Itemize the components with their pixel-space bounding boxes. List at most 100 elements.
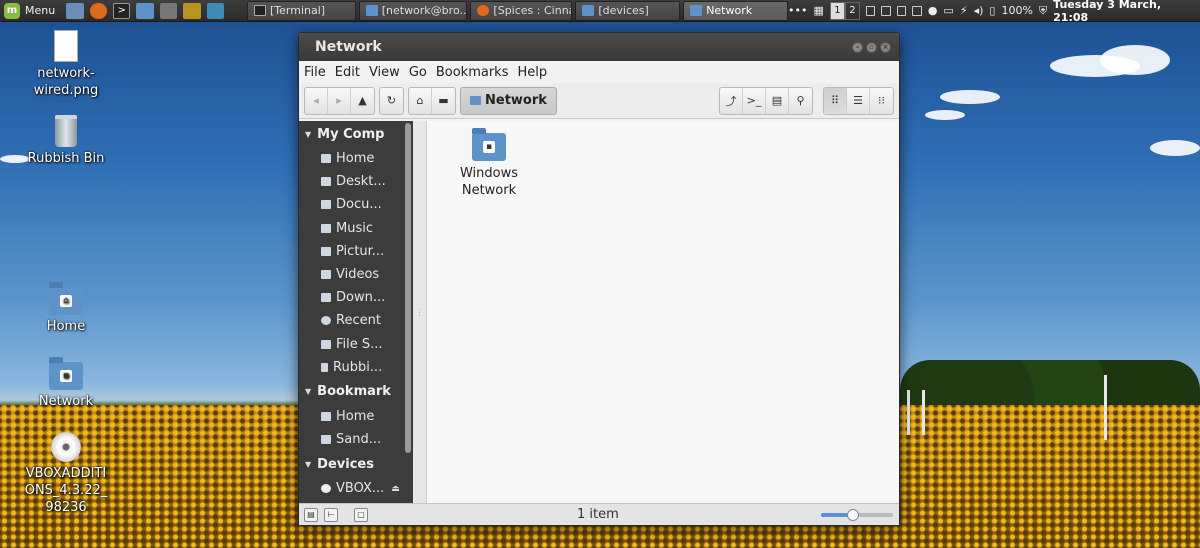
sidebar-item-downloads[interactable]: Down... — [299, 286, 405, 309]
open-terminal-button[interactable]: >_ — [743, 87, 766, 114]
sidebar-item-rubbish-bin[interactable]: Rubbi... — [299, 356, 405, 379]
folder-icon — [582, 5, 595, 16]
desktop-icon-rubbish-bin[interactable]: Rubbish Bin — [11, 115, 121, 167]
maximize-button[interactable]: ▫ — [866, 41, 877, 53]
close-button[interactable]: × — [880, 41, 891, 53]
videos-icon — [321, 270, 331, 280]
sidebar-bookmark-home[interactable]: Home — [299, 405, 405, 428]
desktop-icon-label: Rubbish Bin — [27, 151, 105, 166]
menu-go[interactable]: Go — [409, 65, 427, 80]
statusbar: ▤ ⊢ ▢ 1 item — [299, 503, 899, 525]
menu-button[interactable]: m Menu — [0, 0, 63, 22]
terminal-launcher-icon[interactable]: > — [112, 2, 131, 19]
sidebar-item-recent[interactable]: Recent — [299, 309, 405, 332]
clipboard-icon[interactable] — [866, 5, 876, 16]
sidebar-device-vbox[interactable]: VBOX... ⏏ — [299, 477, 405, 500]
drive-icon — [321, 339, 331, 349]
back-button[interactable]: ◂ — [305, 87, 328, 114]
cloud — [940, 90, 1000, 104]
clock[interactable]: Tuesday 3 March, 21:08 — [1053, 0, 1190, 24]
files-launcher-icon[interactable] — [136, 2, 154, 19]
menu-bookmarks[interactable]: Bookmarks — [436, 65, 509, 80]
task-network-browser[interactable]: [network@bro... — [358, 0, 468, 21]
menu-help[interactable]: Help — [517, 65, 547, 80]
system-tray: ••• ▦ 1 2 ● ▭ ⚡ ◂) ▯ 100% ⛨ Tuesday 3 Ma… — [788, 0, 1200, 24]
sidebar-item-music[interactable]: Music — [299, 217, 405, 240]
drive-icon[interactable] — [912, 5, 922, 16]
home-folder-icon: ⌂ — [49, 282, 83, 315]
computer-button[interactable]: ▬ — [432, 88, 455, 114]
software-launcher-icon[interactable] — [159, 2, 178, 19]
sidebar-section-my-computer[interactable]: ▼ My Comp — [299, 121, 405, 147]
cdrom-icon — [321, 484, 331, 494]
sidebar-item-pictures[interactable]: Pictur... — [299, 240, 405, 263]
zoom-slider[interactable] — [821, 508, 893, 521]
home-icon — [321, 411, 331, 421]
sidebar-item-desktop[interactable]: Deskt... — [299, 170, 405, 193]
sidebar-item-videos[interactable]: Videos — [299, 263, 405, 286]
show-desktop-icon[interactable] — [66, 2, 84, 19]
eject-icon[interactable]: ⏏ — [391, 484, 400, 494]
list-view-button[interactable]: ☰ — [847, 87, 870, 114]
file-item-windows-network[interactable]: ▪ Windows Network — [459, 128, 519, 199]
menu-edit[interactable]: Edit — [335, 65, 360, 80]
more-icon[interactable]: ••• — [788, 4, 807, 17]
sidebar-item-home[interactable]: Home — [299, 147, 405, 170]
power-pole — [907, 390, 910, 435]
compact-view-button[interactable]: ⁝⁝ — [870, 88, 893, 114]
new-folder-button[interactable]: ⤴ — [720, 87, 743, 114]
hide-sidebar-button[interactable]: ▢ — [354, 507, 368, 522]
desktop-icon-network[interactable]: ▪ Network — [11, 357, 121, 410]
sidebar-scrollbar[interactable] — [405, 123, 411, 453]
desktop-icon-network-wired[interactable]: network-wired.png — [11, 30, 121, 99]
zoom-handle[interactable] — [847, 508, 860, 521]
icon-view-button[interactable]: ⠿ — [824, 87, 847, 114]
sidebar-item-file-system[interactable]: File S... — [299, 333, 405, 356]
show-places-button[interactable]: ▤ — [304, 507, 318, 522]
window-icon[interactable] — [881, 5, 891, 16]
desktop-icon-home[interactable]: ⌂ Home — [11, 282, 121, 335]
shield-icon[interactable]: ⛨ — [1039, 4, 1047, 18]
window-titlebar[interactable]: Network – ▫ × — [299, 33, 899, 61]
forward-button[interactable]: ▸ — [328, 87, 351, 114]
workspace-1[interactable]: 1 — [829, 1, 845, 20]
show-tree-button[interactable]: ⊢ — [324, 507, 338, 522]
toolbar: ◂ ▸ ▲ ↻ ⌂ ▬ Network ⤴ >_ ▤ ⚲ ⠿ ☰ ⁝⁝ — [299, 83, 899, 119]
task-terminal[interactable]: [Terminal] — [247, 0, 356, 21]
volume-icon[interactable]: ◂) — [974, 4, 984, 17]
minimize-button[interactable]: – — [852, 41, 863, 53]
sidebar-splitter[interactable]: ⋮ — [413, 121, 427, 503]
home-button[interactable]: ⌂ — [409, 87, 432, 114]
keyboard-icon[interactable]: ▭ — [943, 4, 953, 17]
breadcrumb-network[interactable]: Network — [460, 86, 557, 115]
desktop-icon-vboxadditions[interactable]: VBOXADDITIONS_4.3.22_98236 — [11, 432, 121, 516]
documents-icon — [321, 200, 331, 210]
task-label: [network@bro... — [381, 4, 468, 17]
search-icon[interactable]: ⚲ — [789, 88, 812, 114]
menu-file[interactable]: File — [304, 65, 326, 80]
sidebar-bookmark-sandbox[interactable]: Sand... — [299, 428, 405, 451]
up-button[interactable]: ▲ — [351, 88, 374, 114]
sidebar-section-bookmarks[interactable]: ▼ Bookmark — [299, 379, 405, 405]
user-icon[interactable]: ● — [928, 4, 938, 17]
battery-icon[interactable]: ▯ — [989, 4, 995, 17]
file-view[interactable]: ▪ Windows Network — [427, 121, 899, 503]
task-spices-firefox[interactable]: [Spices : Cinna... — [470, 0, 573, 21]
sidebar-item-documents[interactable]: Docu... — [299, 193, 405, 216]
task-devices[interactable]: [devices] — [575, 0, 681, 21]
menu-label: Menu — [25, 4, 56, 17]
settings-launcher-icon[interactable] — [206, 2, 225, 19]
workspace-2[interactable]: 2 — [844, 1, 860, 20]
menu-view[interactable]: View — [369, 65, 400, 80]
grid-icon[interactable]: ▦ — [814, 4, 824, 17]
network-button[interactable]: ▤ — [766, 87, 789, 114]
task-label: [Spices : Cinna... — [493, 4, 571, 17]
system-monitor-launcher-icon[interactable] — [183, 2, 201, 19]
desktop-icon-label: Network — [38, 394, 94, 409]
network-disabled-icon[interactable]: ⚡ — [960, 4, 968, 17]
firefox-launcher-icon[interactable] — [89, 2, 107, 19]
reload-button[interactable]: ↻ — [380, 88, 403, 114]
task-network[interactable]: Network — [683, 0, 789, 21]
sidebar-section-devices[interactable]: ▼ Devices — [299, 451, 405, 477]
display-icon[interactable] — [896, 5, 907, 16]
